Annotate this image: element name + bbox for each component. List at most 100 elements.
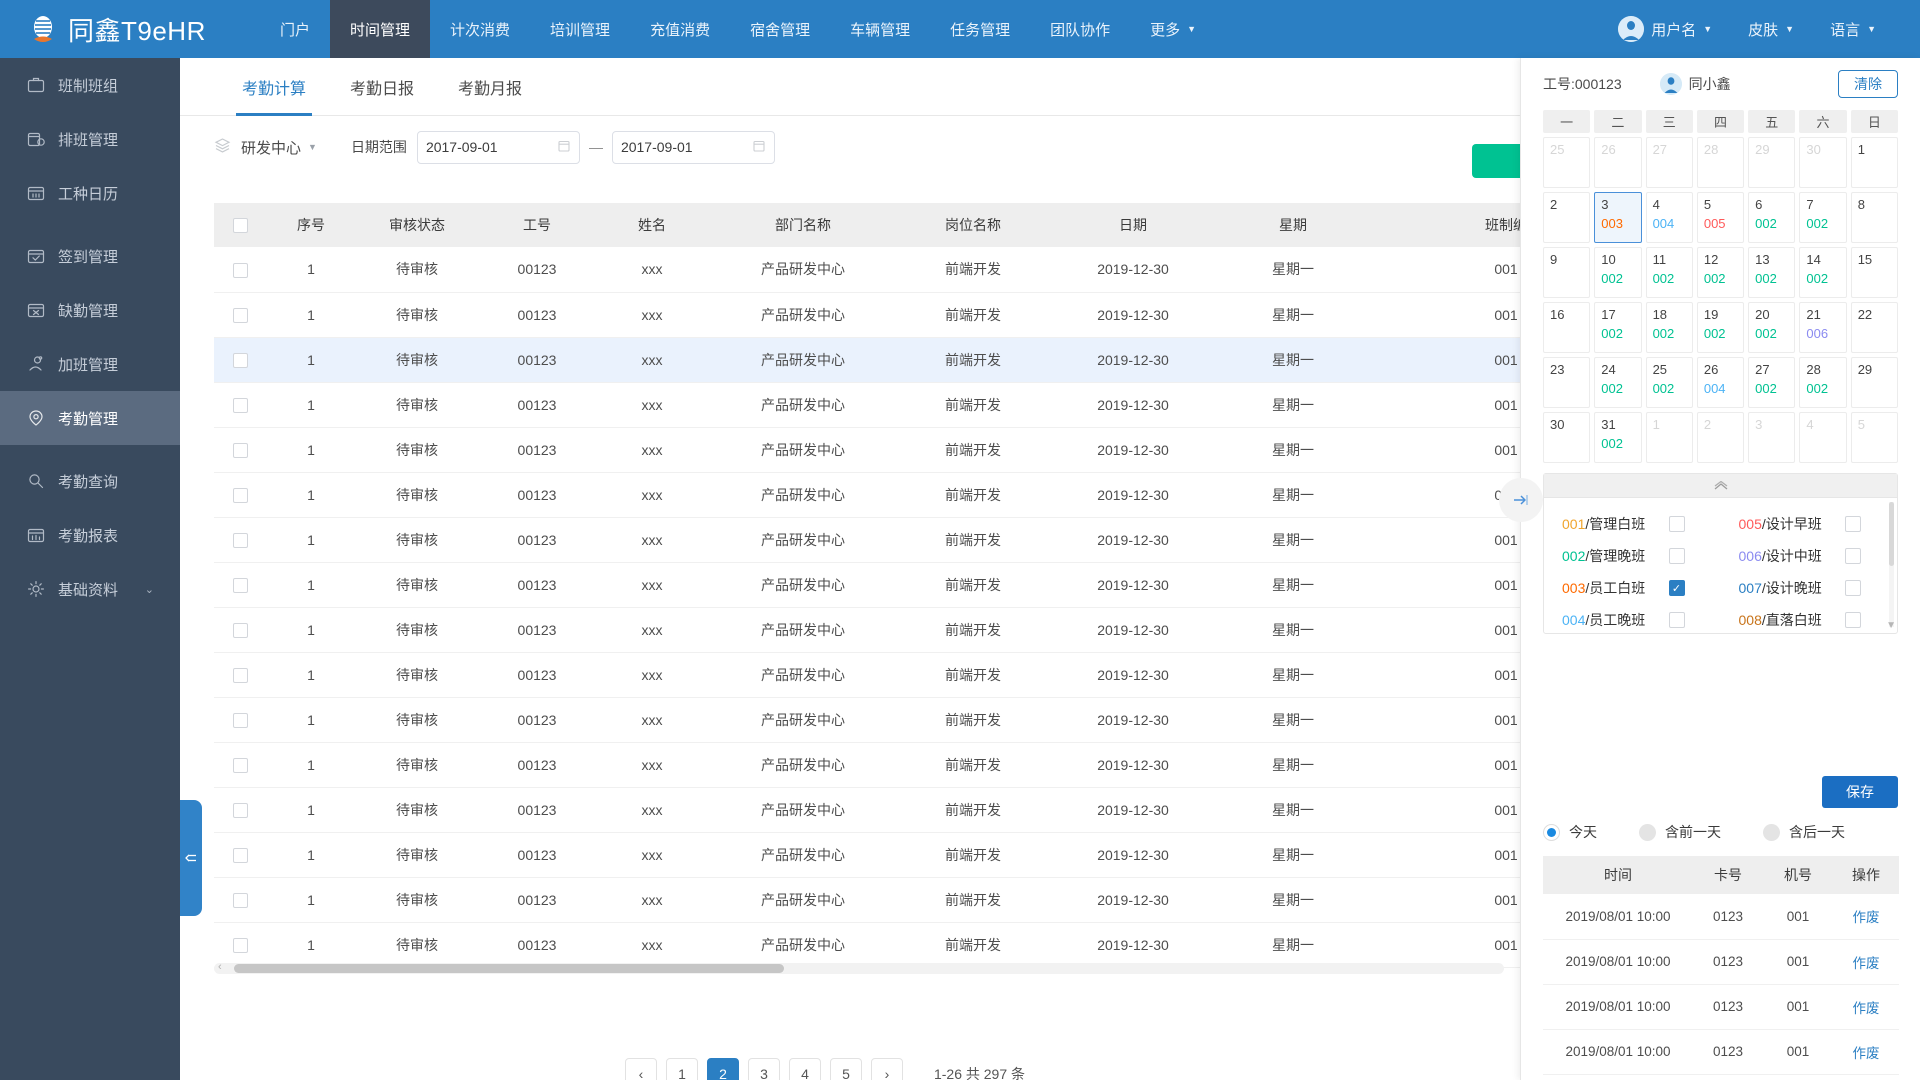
calendar-day-cell[interactable]: 12 002 <box>1696 247 1745 298</box>
table-row[interactable]: 1待审核00123xxx产品研发中心前端开发2019-12-30星期一001 <box>214 517 1644 563</box>
sidebar-collapse-handle[interactable] <box>180 800 202 916</box>
calendar-day-cell[interactable]: 26 004 <box>1696 357 1745 408</box>
row-checkbox[interactable] <box>232 712 248 728</box>
calendar-day-cell[interactable]: 14 002 <box>1799 247 1847 298</box>
nav-item-8[interactable]: 团队协作 <box>1030 0 1130 58</box>
calendar-day-cell[interactable]: 1 <box>1645 412 1693 463</box>
record-cell-action[interactable]: 作废 <box>1833 939 1899 985</box>
chevron-down-icon[interactable]: ⌄ <box>145 583 154 596</box>
row-checkbox[interactable] <box>232 442 248 458</box>
shift-checkbox[interactable] <box>1845 516 1861 532</box>
table-row[interactable]: 1待审核00123xxx产品研发中心前端开发2019-12-30星期一001 <box>214 337 1644 383</box>
void-record-link[interactable]: 作废 <box>1853 1001 1880 1016</box>
table-row[interactable]: 1待审核00123xxx产品研发中心前端开发2019-12-30星期一001 <box>214 607 1644 653</box>
row-checkbox[interactable] <box>232 622 248 638</box>
table-row[interactable]: 1待审核00123xxx产品研发中心前端开发2019-12-30星期一001 <box>214 742 1644 788</box>
calendar-day-cell[interactable]: 28 002 <box>1799 357 1847 408</box>
row-checkbox[interactable] <box>232 307 248 323</box>
nav-item-4[interactable]: 充值消费 <box>630 0 730 58</box>
row-checkbox[interactable] <box>232 397 248 413</box>
sidebar-item-4[interactable]: 缺勤管理 <box>0 283 180 337</box>
shift-collapse-toggle[interactable] <box>1544 474 1897 498</box>
calendar-day-cell[interactable]: 15 <box>1850 247 1898 298</box>
row-checkbox[interactable] <box>232 847 248 863</box>
calendar-day-cell[interactable]: 6 002 <box>1748 192 1796 243</box>
sidebar-item-3[interactable]: 签到管理 <box>0 229 180 283</box>
select-all-checkbox[interactable] <box>232 218 248 234</box>
pagination-page-4[interactable]: 4 <box>788 1058 821 1080</box>
panel-collapse-toggle[interactable] <box>1499 478 1543 522</box>
row-checkbox[interactable] <box>232 532 248 548</box>
date-from-input[interactable]: 2017-09-01 <box>416 130 580 164</box>
nav-item-2[interactable]: 计次消费 <box>430 0 530 58</box>
calendar-icon[interactable] <box>752 139 766 156</box>
calendar-day-cell[interactable]: 19 002 <box>1696 302 1745 353</box>
table-row[interactable]: 1待审核00123xxx产品研发中心前端开发2019-12-30星期一001 <box>214 247 1644 293</box>
brand[interactable]: 同鑫T9eHR <box>0 0 260 58</box>
calendar-day-cell[interactable]: 11 002 <box>1645 247 1693 298</box>
record-cell-action[interactable]: 作废 <box>1833 984 1899 1030</box>
tab-2[interactable]: 考勤月报 <box>436 58 544 116</box>
nav-item-9[interactable]: 更多 ▼ <box>1130 0 1216 58</box>
tab-1[interactable]: 考勤日报 <box>328 58 436 116</box>
row-checkbox[interactable] <box>232 757 248 773</box>
void-record-link[interactable]: 作废 <box>1853 910 1880 925</box>
chevron-down-icon[interactable]: ▼ <box>1886 620 1896 631</box>
nav-item-3[interactable]: 培训管理 <box>530 0 630 58</box>
calendar-day-cell[interactable]: 3 <box>1748 412 1796 463</box>
department-select[interactable]: 研发中心 ▼ <box>214 137 317 158</box>
shift-option[interactable]: 005/设计早班 <box>1721 514 1898 534</box>
calendar-day-cell[interactable]: 25 002 <box>1645 357 1693 408</box>
calendar-day-cell[interactable]: 10 002 <box>1594 247 1642 298</box>
pagination-next[interactable]: › <box>870 1058 903 1080</box>
shift-checkbox[interactable] <box>1845 548 1861 564</box>
calendar-day-cell[interactable]: 8 <box>1850 192 1898 243</box>
nav-item-1[interactable]: 时间管理 <box>330 0 431 58</box>
pagination-page-2[interactable]: 2 <box>706 1058 739 1080</box>
table-row[interactable]: 1待审核00123xxx产品研发中心前端开发2019-12-30星期一001 <box>214 292 1644 338</box>
calendar-day-cell[interactable]: 25 <box>1543 137 1591 188</box>
calendar-day-cell[interactable]: 30 <box>1799 137 1847 188</box>
table-row[interactable]: 1待审核00123xxx产品研发中心前端开发2019-12-30星期一001 <box>214 382 1644 428</box>
calendar-day-cell[interactable]: 5 005 <box>1696 192 1745 243</box>
nav-right-item-2[interactable]: 语言 ▼ <box>1812 19 1894 40</box>
calendar-day-cell[interactable]: 24 002 <box>1594 357 1642 408</box>
shift-checkbox[interactable] <box>1668 612 1685 628</box>
pagination-prev[interactable]: ‹ <box>624 1058 657 1080</box>
shift-checkbox[interactable] <box>1845 612 1861 628</box>
calendar-day-cell[interactable]: 27 002 <box>1748 357 1796 408</box>
horizontal-scrollbar[interactable]: ‹ <box>214 961 1504 974</box>
pagination-page-5[interactable]: 5 <box>829 1058 862 1080</box>
row-checkbox[interactable] <box>232 937 248 953</box>
table-row[interactable]: 1待审核00123xxx产品研发中心前端开发2019-12-30星期一001 <box>214 922 1644 968</box>
sidebar-item-1[interactable]: 排班管理 <box>0 112 180 166</box>
calendar-day-cell[interactable]: 2 <box>1696 412 1745 463</box>
nav-right-item-0[interactable]: 用户名 ▼ <box>1600 16 1730 42</box>
calendar-day-cell[interactable]: 16 <box>1543 302 1591 353</box>
scroll-left-icon[interactable]: ‹ <box>218 961 222 973</box>
calendar-day-cell[interactable]: 9 <box>1543 247 1591 298</box>
row-checkbox[interactable] <box>232 892 248 908</box>
sidebar-item-8[interactable]: 考勤报表 <box>0 508 180 562</box>
sidebar-item-0[interactable]: 班制班组 <box>0 58 180 112</box>
nav-item-6[interactable]: 车辆管理 <box>830 0 930 58</box>
sidebar-item-2[interactable]: 工种日历 <box>0 166 180 220</box>
nav-item-5[interactable]: 宿舍管理 <box>730 0 830 58</box>
sidebar-item-5[interactable]: 加班管理 <box>0 337 180 391</box>
calendar-day-cell[interactable]: 30 <box>1543 412 1591 463</box>
pagination-page-3[interactable]: 3 <box>747 1058 780 1080</box>
radio-option-1[interactable]: 含前一天 <box>1639 822 1721 842</box>
row-checkbox[interactable] <box>232 802 248 818</box>
calendar-day-cell[interactable]: 13 002 <box>1748 247 1796 298</box>
tab-0[interactable]: 考勤计算 <box>220 58 328 116</box>
calendar-day-cell[interactable]: 4 <box>1799 412 1847 463</box>
shift-option[interactable]: 008/直落白班 <box>1721 610 1898 630</box>
calendar-day-cell[interactable]: 7 002 <box>1799 192 1847 243</box>
pagination-page-1[interactable]: 1 <box>665 1058 698 1080</box>
nav-item-0[interactable]: 门户 <box>260 0 330 58</box>
void-record-link[interactable]: 作废 <box>1853 1046 1880 1061</box>
row-checkbox[interactable] <box>232 667 248 683</box>
shift-option[interactable]: 004/员工晚班 <box>1544 610 1721 630</box>
clear-button[interactable]: 清除 <box>1838 70 1898 98</box>
row-checkbox[interactable] <box>232 352 248 368</box>
